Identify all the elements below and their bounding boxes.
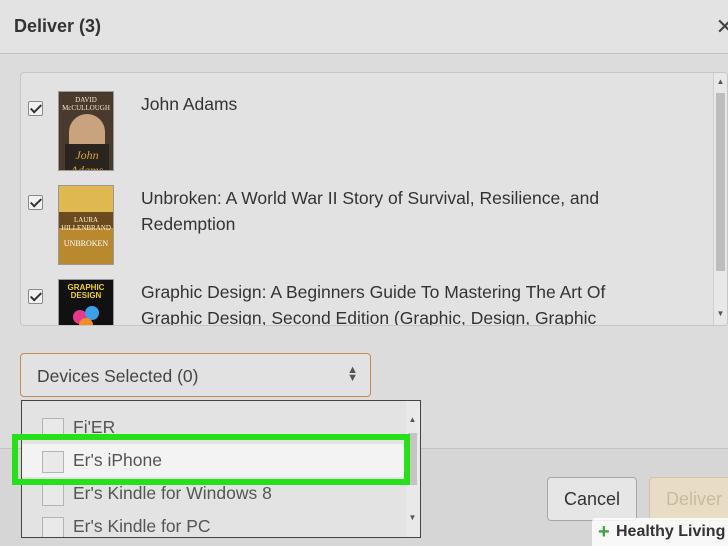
deliver-button[interactable]: Deliver	[649, 477, 728, 521]
scroll-down-icon[interactable]: ▼	[406, 513, 419, 523]
close-icon[interactable]: ✕	[716, 14, 728, 40]
device-checkbox[interactable]	[42, 517, 64, 537]
dialog-header: Deliver (3) ✕	[0, 0, 728, 54]
highlight-annotation	[12, 434, 410, 485]
plus-icon: +	[598, 521, 610, 543]
book-row: DAVID McCULLOUGH John Adams John Adams	[21, 77, 715, 171]
device-checkbox[interactable]	[42, 484, 64, 506]
devices-selected-label: Devices Selected (0)	[37, 366, 199, 386]
book-checkbox[interactable]	[28, 195, 43, 210]
book-cover: DAVID McCULLOUGH John Adams	[58, 91, 114, 171]
watermark: + Healthy Living	[592, 518, 728, 546]
cover-author: LAURA HILLENBRAND	[61, 216, 111, 232]
cover-title: UNBROKEN	[63, 239, 109, 248]
device-label: Er's Kindle for PC	[73, 516, 211, 536]
book-checkbox[interactable]	[28, 101, 43, 116]
devices-select[interactable]: Devices Selected (0) ▲ ▼	[20, 353, 371, 397]
book-row: GRAPHIC DESIGN Graphic Design: A Beginne…	[21, 265, 715, 326]
book-list: DAVID McCULLOUGH John Adams John Adams L…	[20, 72, 728, 326]
book-list-scrollbar[interactable]: ▲ ▼	[713, 73, 727, 325]
book-cover: GRAPHIC DESIGN	[58, 279, 114, 325]
cover-script-title: John Adams	[70, 148, 104, 171]
cover-author: DAVID McCULLOUGH	[62, 96, 110, 112]
device-label: Er's Kindle for Windows 8	[73, 483, 272, 503]
book-checkbox[interactable]	[28, 289, 43, 304]
book-title: John Adams	[141, 94, 238, 114]
cancel-button[interactable]: Cancel	[547, 477, 637, 521]
deliver-dialog: Deliver (3) ✕ DAVID McCULLOUGH John Adam…	[0, 0, 728, 546]
book-row: LAURA HILLENBRAND UNBROKEN Unbroken: A W…	[21, 171, 715, 265]
scroll-down-icon[interactable]: ▼	[714, 309, 727, 319]
watermark-brand: Healthy Living	[616, 523, 726, 540]
book-title: Graphic Design: A Beginners Guide To Mas…	[141, 282, 606, 326]
device-option[interactable]: Er's Kindle for PC	[22, 510, 408, 537]
book-title: Unbroken: A World War II Story of Surviv…	[141, 188, 600, 234]
dialog-title: Deliver (3)	[14, 16, 102, 36]
book-cover: LAURA HILLENBRAND UNBROKEN	[58, 185, 114, 265]
scroll-up-icon[interactable]: ▲	[714, 77, 727, 87]
book-list-scroll-thumb[interactable]	[716, 93, 725, 271]
scroll-up-icon[interactable]: ▲	[406, 415, 419, 425]
cover-title: GRAPHIC DESIGN	[67, 283, 105, 300]
sort-arrows-icon: ▲ ▼	[347, 364, 358, 384]
